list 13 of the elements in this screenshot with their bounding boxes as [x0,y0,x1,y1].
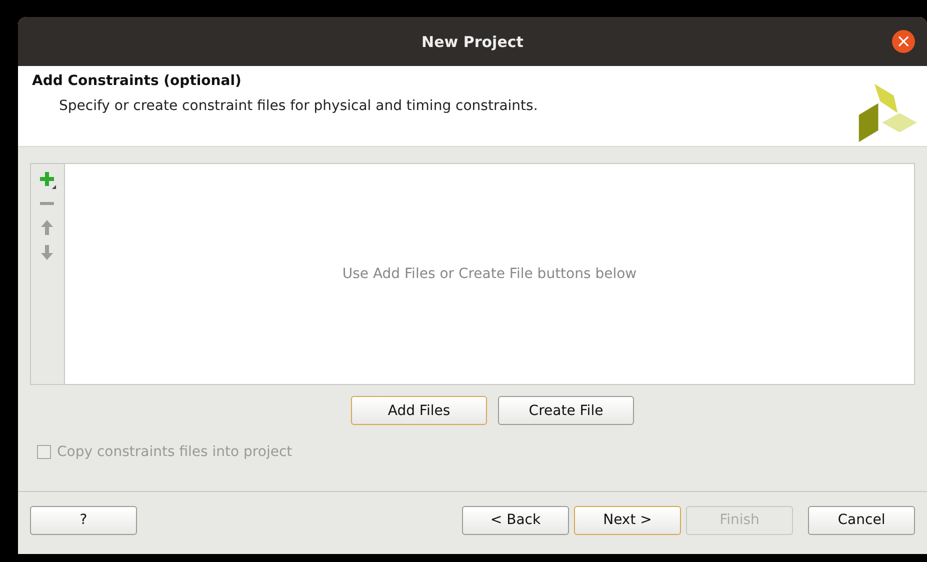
cancel-button[interactable]: Cancel [808,506,915,534]
page-title: Add Constraints (optional) [32,73,242,89]
checkbox-label: Copy constraints files into project [57,444,292,460]
add-files-button[interactable]: Add Files [351,396,487,425]
create-file-button[interactable]: Create File [498,396,634,425]
help-button[interactable]: ? [30,506,137,534]
close-button[interactable]: × [892,30,915,53]
empty-message: Use Add Files or Create File buttons below [342,266,637,282]
page-description: Specify or create constraint files for physical and timing constraints. [59,98,538,114]
back-button[interactable]: < Back [462,506,569,534]
window-title: New Project [422,32,524,50]
next-button[interactable]: Next > [574,506,681,534]
add-icon[interactable] [38,170,58,190]
